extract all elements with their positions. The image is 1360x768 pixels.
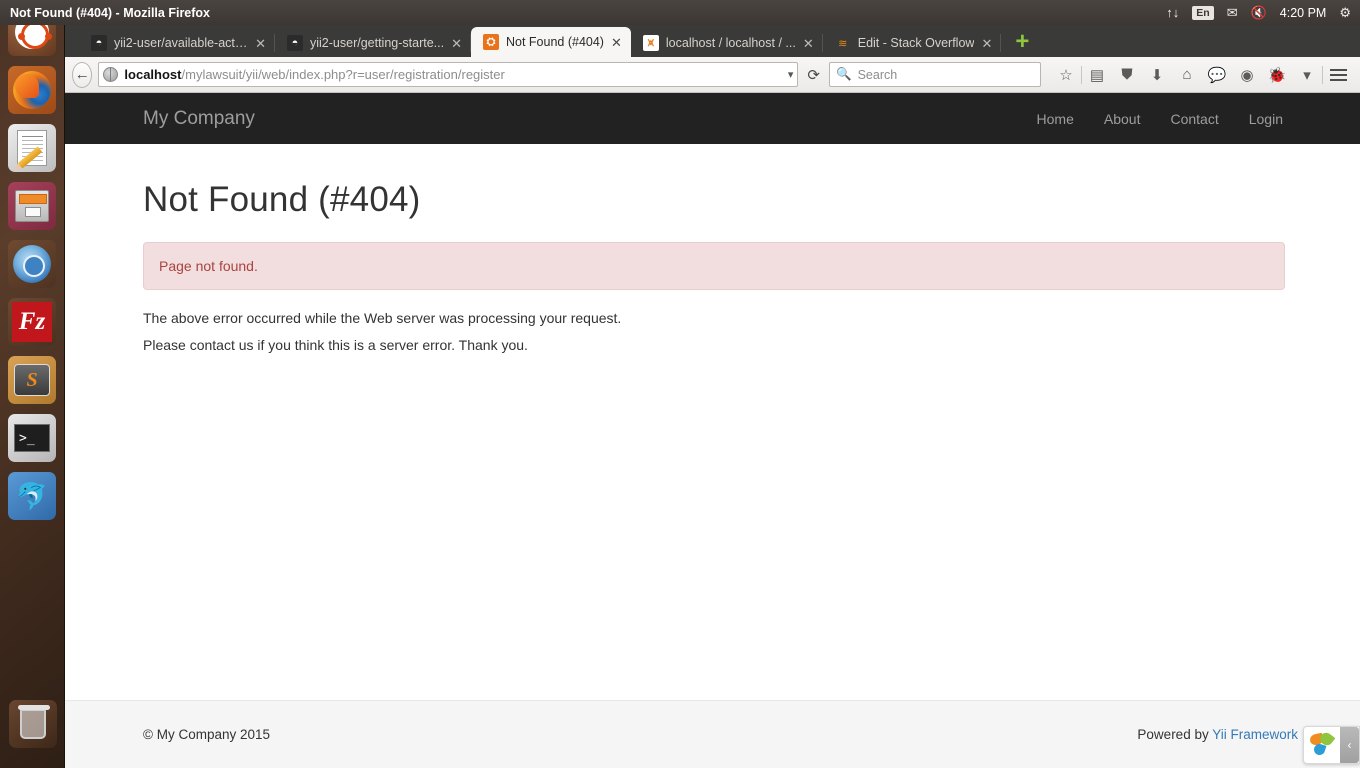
- url-path: /mylawsuit/yii/web/index.php?r=user/regi…: [181, 67, 505, 82]
- tab-bar: ◓ yii2-user/available-actio... ✕ ◓ yii2-…: [65, 25, 1360, 57]
- site-brand[interactable]: My Company: [143, 108, 255, 130]
- site-footer: © My Company 2015 Powered by Yii Framewo…: [65, 700, 1360, 768]
- nav-link-contact[interactable]: Contact: [1155, 111, 1233, 127]
- tab-title: localhost / localhost / ...: [665, 36, 796, 50]
- site-navbar: My Company Home About Contact Login: [65, 93, 1360, 144]
- downloads-icon[interactable]: ⬇: [1142, 61, 1172, 89]
- new-tab-button[interactable]: +: [1009, 29, 1035, 55]
- phpmyadmin-icon: ⩙: [642, 35, 659, 51]
- reader-mode-icon[interactable]: ▤: [1082, 61, 1112, 89]
- globe-icon: [103, 67, 119, 82]
- firebug-icon[interactable]: 🐞: [1262, 61, 1292, 89]
- powered-by-prefix: Powered by: [1137, 727, 1213, 742]
- close-icon[interactable]: ✕: [611, 36, 622, 49]
- home-icon[interactable]: ⌂: [1172, 61, 1202, 89]
- alert-message: Page not found.: [159, 258, 258, 274]
- overflow-chevron-icon[interactable]: ▾: [1292, 61, 1322, 89]
- navigation-toolbar: ← localhost/mylawsuit/yii/web/index.php?…: [65, 57, 1360, 93]
- menu-button[interactable]: [1323, 61, 1353, 89]
- launcher-item-firefox[interactable]: [8, 66, 56, 114]
- launcher-item-filezilla[interactable]: Fz: [8, 298, 56, 346]
- network-icon[interactable]: ↑↓: [1166, 6, 1179, 19]
- error-paragraph-1: The above error occurred while the Web s…: [143, 310, 622, 326]
- nav-link-home[interactable]: Home: [1022, 111, 1089, 127]
- system-tray: ↑↓ En ✉ 🔇 4:20 PM ⚙: [1166, 5, 1360, 20]
- close-icon[interactable]: ✕: [451, 37, 462, 50]
- url-host: localhost: [124, 67, 182, 82]
- mail-icon[interactable]: ✉: [1227, 6, 1238, 19]
- chromium-icon: [13, 245, 51, 283]
- launcher-item-text-editor[interactable]: [8, 124, 56, 172]
- desktop-top-panel: Not Found (#404) - Mozilla Firefox ↑↓ En…: [0, 0, 1360, 25]
- filezilla-icon: Fz: [12, 302, 52, 342]
- yii-debug-toolbar[interactable]: ‹: [1303, 726, 1360, 764]
- close-icon[interactable]: ✕: [803, 37, 814, 50]
- site-nav-links: Home About Contact Login: [1022, 111, 1360, 127]
- bookmark-star-icon[interactable]: ☆: [1051, 61, 1081, 89]
- debug-collapse-button[interactable]: ‹: [1340, 727, 1359, 763]
- nav-link-login[interactable]: Login: [1234, 111, 1298, 127]
- copyright-text: © My Company 2015: [143, 727, 271, 742]
- gear-icon[interactable]: ⚙: [1339, 6, 1351, 19]
- launcher-item-mysql-workbench[interactable]: 🐬: [8, 472, 56, 520]
- firefox-window: ◓ yii2-user/available-actio... ✕ ◓ yii2-…: [65, 25, 1360, 768]
- launcher-item-file-manager[interactable]: [8, 182, 56, 230]
- main-content: Not Found (#404) Page not found. The abo…: [65, 144, 1360, 353]
- url-bar[interactable]: localhost/mylawsuit/yii/web/index.php?r=…: [98, 62, 799, 87]
- tab-title: yii2-user/getting-starte...: [310, 36, 445, 50]
- firefox-icon: [13, 71, 51, 109]
- browser-tab-2[interactable]: ◓ yii2-user/getting-starte... ✕: [275, 29, 471, 57]
- error-alert: Page not found.: [143, 242, 1285, 290]
- browser-tab-4[interactable]: ⩙ localhost / localhost / ... ✕: [631, 29, 823, 57]
- nav-link-about[interactable]: About: [1089, 111, 1156, 127]
- browser-tab-1[interactable]: ◓ yii2-user/available-actio... ✕: [79, 29, 275, 57]
- launcher-item-trash[interactable]: [8, 700, 57, 748]
- launcher-item-sublime-text[interactable]: S: [8, 356, 56, 404]
- powered-by: Powered by Yii Framework: [1137, 727, 1298, 742]
- file-manager-icon: [15, 190, 49, 222]
- error-paragraph-2: Please contact us if you think this is a…: [143, 337, 528, 353]
- mysql-workbench-icon: 🐬: [15, 480, 49, 511]
- search-placeholder: Search: [857, 67, 898, 82]
- github-icon: ◓: [91, 35, 107, 51]
- search-icon: 🔍: [836, 67, 852, 81]
- text-editor-icon: [17, 130, 47, 169]
- browser-tab-5[interactable]: ≋ Edit - Stack Overflow ✕: [823, 29, 1002, 57]
- yii-framework-link[interactable]: Yii Framework: [1212, 727, 1298, 742]
- terminal-icon: >_: [14, 424, 50, 452]
- tab-title: Edit - Stack Overflow: [857, 36, 975, 50]
- search-box[interactable]: 🔍 Search: [829, 62, 1041, 87]
- close-icon[interactable]: ✕: [981, 37, 992, 50]
- clock[interactable]: 4:20 PM: [1280, 6, 1327, 20]
- chat-icon[interactable]: 💬: [1202, 61, 1232, 89]
- pocket-icon[interactable]: ⛊: [1112, 61, 1142, 89]
- reload-button[interactable]: ⟳: [804, 66, 823, 84]
- window-title: Not Found (#404) - Mozilla Firefox: [10, 5, 211, 20]
- chevron-down-icon[interactable]: ▾: [788, 68, 794, 81]
- url-text: localhost/mylawsuit/yii/web/index.php?r=…: [124, 67, 781, 82]
- back-button[interactable]: ←: [72, 61, 93, 88]
- github-icon: ◓: [287, 35, 303, 51]
- launcher-item-chromium[interactable]: [8, 240, 56, 288]
- volume-muted-icon[interactable]: 🔇: [1251, 6, 1267, 19]
- browser-tab-3-active[interactable]: ⛭ Not Found (#404) ✕: [471, 27, 631, 57]
- unity-launcher: Fz S >_ 🐬: [0, 0, 65, 768]
- tab-title: yii2-user/available-actio...: [114, 36, 249, 50]
- page-title: Not Found (#404): [143, 180, 421, 219]
- keyboard-layout-indicator[interactable]: En: [1192, 5, 1214, 20]
- colorzilla-icon[interactable]: ◉: [1232, 61, 1262, 89]
- close-icon[interactable]: ✕: [255, 37, 266, 50]
- yii-logo-icon: [1304, 727, 1340, 763]
- launcher-item-terminal[interactable]: >_: [8, 414, 56, 462]
- toolbar-icon-group: ☆ ▤ ⛊ ⬇ ⌂ 💬 ◉ 🐞 ▾: [1051, 61, 1353, 89]
- hamburger-icon: [1329, 68, 1347, 81]
- trash-icon: [17, 705, 50, 739]
- tab-title: Not Found (#404): [506, 35, 604, 49]
- sublime-text-icon: S: [14, 364, 50, 396]
- web-page-content: My Company Home About Contact Login Not …: [65, 93, 1360, 768]
- yii-icon: ⛭: [483, 34, 499, 50]
- stackoverflow-icon: ≋: [838, 37, 848, 50]
